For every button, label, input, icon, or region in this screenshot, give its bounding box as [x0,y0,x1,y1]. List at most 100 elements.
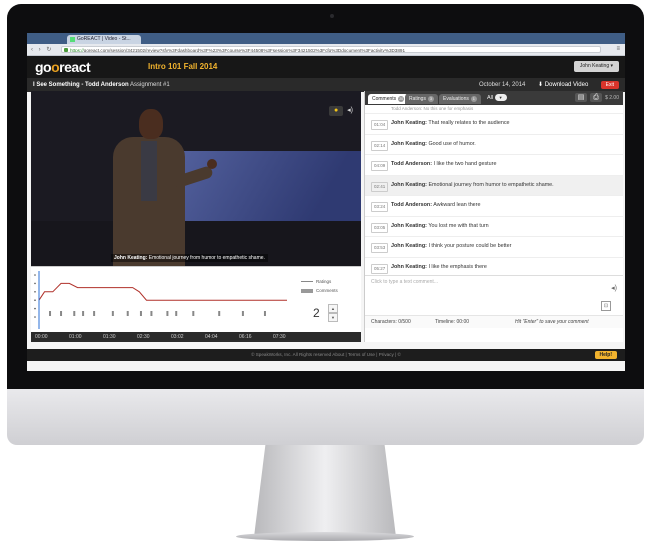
download-icon: ⬇ [538,82,544,88]
nav-buttons[interactable]: ‹ › ↻ [31,46,53,53]
url-host: goreact.com [83,48,110,53]
volume-icon[interactable]: ◂) [347,106,353,114]
graph-stepper[interactable]: 2 ▲ ▼ [313,304,339,322]
comment-text: John Keating: You lost me with that turn [391,217,489,236]
time-tick-label: 06:16 [239,334,252,340]
session-subheader: I See Something - Todd Anderson Assignme… [27,78,625,92]
print-icon[interactable]: ⎙ [590,93,603,102]
comments-panel: Comments 20 Ratings 3 Evaluations 1 All ▼ ▤… [364,91,623,342]
comment-marker[interactable] [263,311,266,316]
comment-timestamp[interactable]: 02:14 [371,140,389,151]
comment-timestamp[interactable]: 05:27 [371,263,389,274]
stepper-value: 2 [313,306,320,320]
webcam [330,14,334,18]
comment-marker[interactable] [175,311,178,316]
video-player[interactable]: ● ◂) John Keating: Emotional journey from… [31,91,361,266]
save-hint: Hit "Enter" to save your comment [515,319,589,325]
comment-marker[interactable] [60,311,63,316]
comment-row[interactable]: 03:24 Todd Anderson: Awkward lean there [365,196,623,217]
comment-row[interactable]: 01:04 John Keating: That really relates t… [365,114,623,135]
y-tick [34,299,36,301]
comment-footer: Characters: 0/500 Timeline: 00:00 Hit "E… [365,315,623,328]
download-video-button[interactable]: ⬇ Download Video [538,78,588,92]
browser-tab[interactable]: GoREACT | Video - St... [67,35,141,44]
comment-text: John Keating: I like the emphasis there [391,258,487,276]
tab-title: GoREACT | Video - St... [77,36,131,42]
user-menu-button[interactable]: John Keating ▾ [573,61,619,72]
comment-row[interactable]: 04:09 Todd Anderson: I like the two hand … [365,155,623,176]
goreact-logo[interactable]: gooreact [35,59,91,75]
legend-comments: Comments [301,286,338,295]
comment-author: John Keating: [391,181,427,188]
y-tick [34,282,36,285]
exit-button[interactable]: Exit [600,81,619,89]
speaker-icon[interactable]: ◂) [611,284,617,292]
tab-ratings[interactable]: Ratings 3 [405,94,438,104]
browser-menu-icon[interactable]: ≡ [616,46,620,52]
comment-list: Todd Anderson: No this one for emphasis … [365,105,623,275]
ratings-series-line [38,282,287,301]
comment-marker[interactable] [111,311,114,316]
comment-marker[interactable] [192,311,195,316]
url-scheme: https:// [70,48,84,53]
caption-toggle-icon[interactable]: ● [329,106,344,116]
comment-input[interactable]: Click to type a text comment... ■◂ ◂) ⊡ [365,275,623,316]
browser-tab-bar: GoREACT | Video - St... [27,33,625,49]
comment-row[interactable]: 03:05 John Keating: You lost me with that… [365,217,623,237]
comment-body: Emotional journey from humor to empathet… [428,181,554,188]
characters-count: Characters: 0/500 [371,319,411,325]
comment-body: Good use of humor. [428,140,476,147]
comment-text: John Keating: I think your posture could… [391,237,511,256]
comment-timestamp[interactable]: 04:09 [371,161,389,171]
panel-tabs: Comments 20 Ratings 3 Evaluations 1 All ▼ ▤… [365,91,623,105]
tab-evaluations[interactable]: Evaluations 1 [439,94,481,104]
comment-timestamp[interactable]: 03:24 [371,202,389,212]
comment-marker[interactable] [241,311,244,316]
timeline-value: Timeline: 00:00 [435,319,469,325]
legend-ratings: Ratings [301,277,338,286]
lock-icon [64,48,68,52]
comment-text: John Keating: That really relates to the… [391,114,510,133]
comment-marker[interactable] [82,311,85,316]
comment-text: John Keating: Good use of humor. [391,135,476,154]
comment-row[interactable]: 03:53 John Keating: I think your posture … [365,237,623,258]
session-title: I See Something - Todd Anderson Assignme… [33,78,170,92]
tab-comments[interactable]: Comments 20 [368,94,409,104]
graph-legend: Ratings Comments [301,277,338,295]
session-date: October 14, 2014 [479,82,526,88]
comment-marker[interactable] [166,311,169,316]
speech-bubble-icon[interactable]: ▤ [575,93,588,102]
time-tick-label: 01:00 [69,334,82,340]
comment-timestamp[interactable]: 01:04 [371,120,389,130]
video-caption: John Keating: Emotional journey from hum… [111,254,268,262]
comment-body: I think your posture could be better [428,243,512,249]
comment-marker[interactable] [218,311,221,316]
stepper-down-button[interactable]: ▼ [328,313,338,322]
comment-row[interactable]: 05:27 John Keating: I like the emphasis t… [365,258,623,276]
comment-marker[interactable] [93,311,96,316]
comment-marker[interactable] [73,311,76,316]
comment-timestamp[interactable]: 02:41 [371,181,389,192]
comment-author: John Keating: [391,263,427,270]
course-title: Intro 101 Fall 2014 [148,62,218,71]
comment-row[interactable]: 02:41 John Keating: Emotional journey fro… [365,175,623,196]
url-input[interactable]: https://goreact.com/session/3421502/revi… [61,46,601,53]
comment-author: John Keating: [391,120,427,126]
attachment-icon[interactable]: ⊡ [601,301,611,311]
comment-marker[interactable] [126,311,129,316]
time-tick-label: 02:30 [137,334,150,340]
comment-filter[interactable]: All ▼ [487,94,507,103]
help-button[interactable]: Help! [594,351,617,359]
comment-timestamp[interactable]: 03:53 [371,243,389,253]
comment-row[interactable]: 02:14 John Keating: Good use of humor. [365,135,623,155]
comment-marker[interactable] [150,311,153,316]
comment-marker[interactable] [49,311,52,316]
y-tick [34,291,36,293]
comment-timestamp[interactable]: 03:05 [371,222,389,233]
comment-marker[interactable] [139,311,142,316]
comment-text: John Keating: Emotional journey from hum… [391,176,554,195]
comment-author: John Keating: [391,243,427,249]
stepper-up-button[interactable]: ▲ [328,304,338,313]
ratings-graph[interactable]: Ratings Comments 2 ▲ ▼ [31,266,361,333]
monitor-chin [7,389,644,445]
